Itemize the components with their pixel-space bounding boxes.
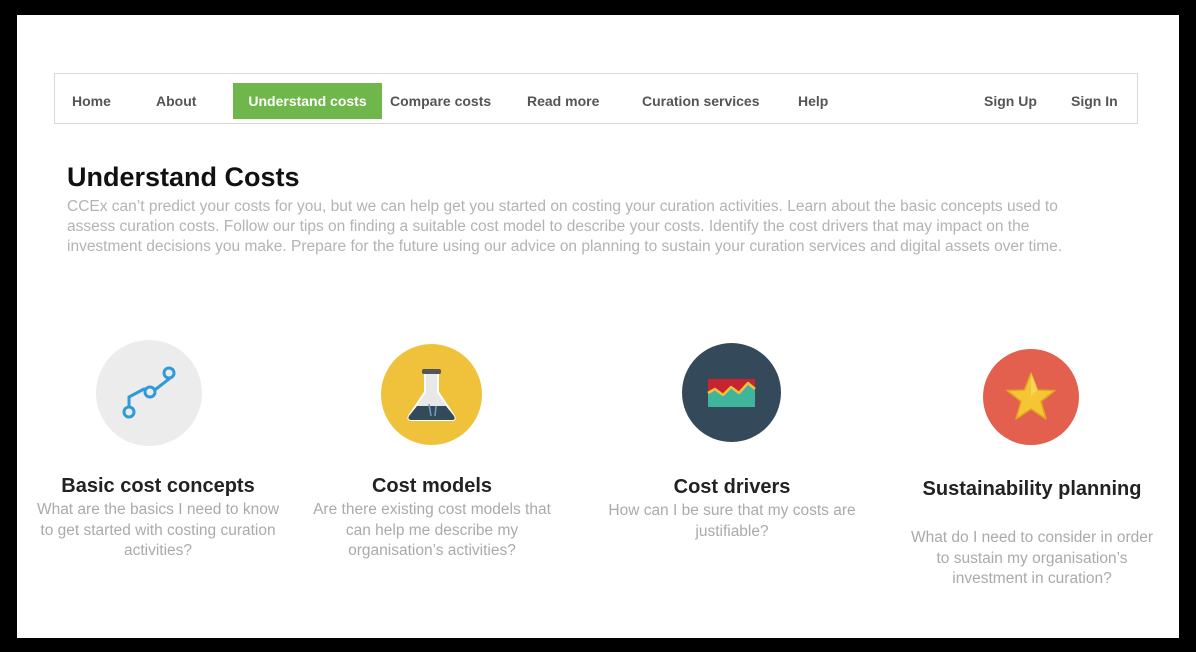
nav-home[interactable]: Home [72,83,111,119]
card-title[interactable]: Sustainability planning [907,476,1157,503]
card-icon-circle[interactable] [381,344,482,445]
nav-help[interactable]: Help [798,83,828,119]
page-frame: Home About Understand costs Compare cost… [17,15,1179,638]
card-description: What do I need to consider in order to s… [910,529,1154,587]
line-chart-icon [707,379,756,407]
star-icon [1006,372,1056,420]
card-description: How can I be sure that my costs are just… [608,502,856,540]
path-nodes-icon [122,366,176,419]
card-description: Are there existing cost models that can … [313,501,551,559]
card-title[interactable]: Cost models [307,473,557,500]
card-icon-circle[interactable] [983,349,1079,445]
card-icon-circle[interactable] [682,343,781,442]
card-icon-circle[interactable] [96,340,202,446]
flask-icon [407,369,456,421]
card-title[interactable]: Cost drivers [607,474,857,501]
nav-curation-services[interactable]: Curation services [642,83,760,119]
nav-read-more[interactable]: Read more [527,83,599,119]
intro-paragraph: CCEx can’t predict your costs for you, b… [67,198,1063,255]
card-title[interactable]: Basic cost concepts [33,473,283,500]
nav-sign-up[interactable]: Sign Up [984,83,1037,119]
nav-sign-in[interactable]: Sign In [1071,83,1118,119]
nav-understand-costs[interactable]: Understand costs [233,83,382,119]
main-navigation: Home About Understand costs Compare cost… [54,73,1138,124]
card-description: What are the basics I need to know to ge… [36,501,280,559]
nav-about[interactable]: About [156,83,196,119]
nav-compare-costs[interactable]: Compare costs [390,83,491,119]
page-title: Understand Costs [67,162,300,192]
